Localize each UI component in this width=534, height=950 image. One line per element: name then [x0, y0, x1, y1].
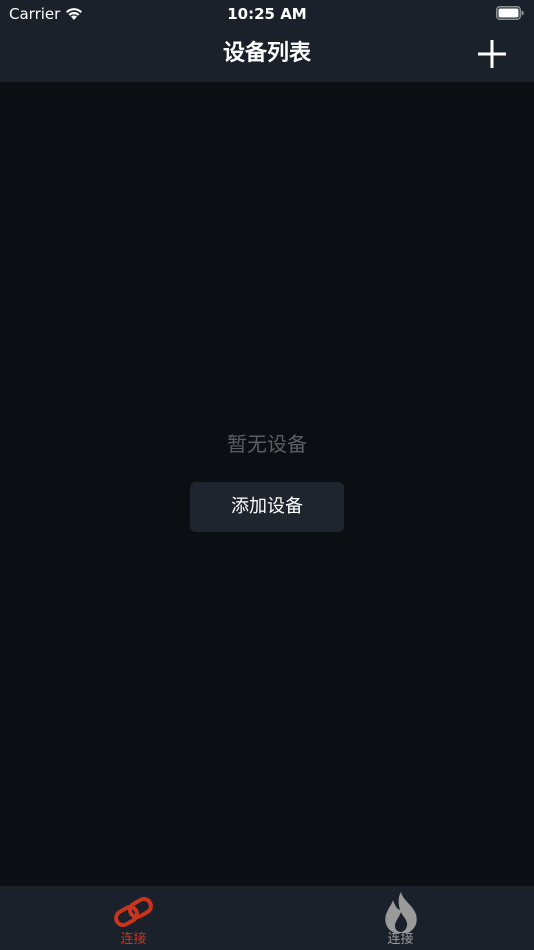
add-device-button[interactable]: 添加设备	[190, 482, 344, 532]
tab-connect-label: 连接	[120, 932, 147, 947]
device-list-area: 暂无设备 添加设备	[0, 82, 534, 886]
link-icon	[114, 897, 153, 927]
tab-fire-label: 连接	[387, 932, 414, 947]
page-title: 设备列表	[222, 41, 311, 66]
tab-bar: 连接 连接	[0, 886, 534, 950]
battery-icon	[496, 6, 524, 20]
status-time: 10:25 AM	[227, 5, 307, 23]
status-bar: Carrier 10:25 AM	[0, 0, 534, 28]
tab-connect[interactable]: 连接	[0, 886, 267, 950]
add-device-plus-icon[interactable]	[474, 36, 510, 72]
navigation-header: Carrier 10:25 AM 设备列表	[0, 0, 534, 82]
fire-icon	[385, 892, 417, 933]
empty-state-message: 暂无设备	[227, 432, 307, 456]
tab-fire[interactable]: 连接	[267, 886, 534, 950]
